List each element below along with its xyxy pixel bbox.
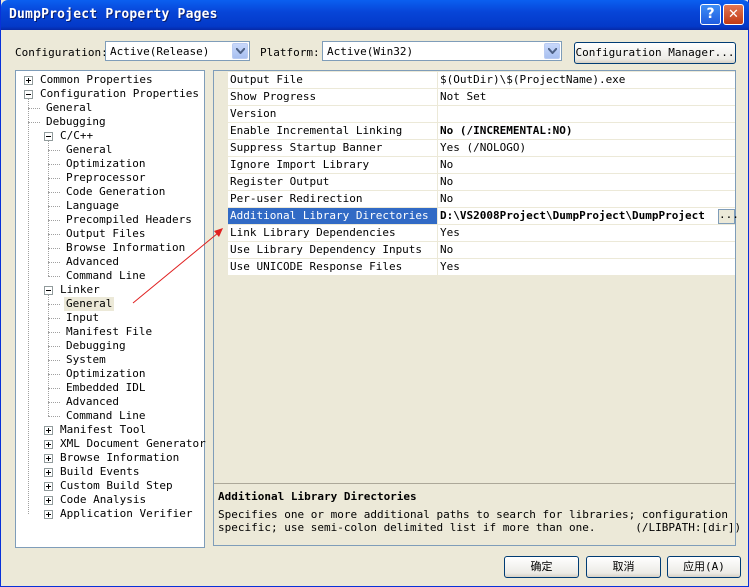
apply-button[interactable]: 应用(A)	[667, 556, 741, 578]
property-pages-window: DumpProject Property Pages ? ✕ Configura…	[0, 0, 749, 587]
annotation-arrow-icon	[132, 228, 223, 304]
ok-button[interactable]: 确定	[504, 556, 579, 578]
cancel-button[interactable]: 取消	[586, 556, 661, 578]
